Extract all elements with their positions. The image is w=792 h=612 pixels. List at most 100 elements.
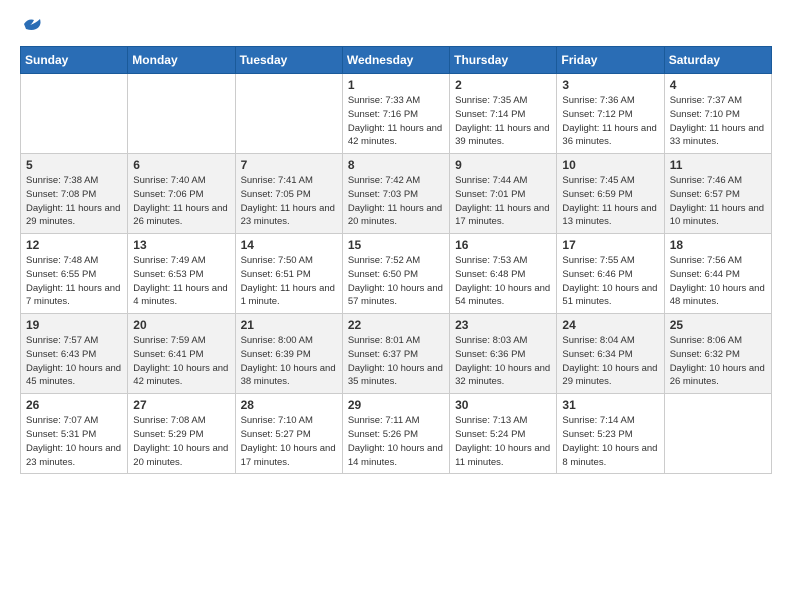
day-header-tuesday: Tuesday: [235, 47, 342, 74]
calendar-table: SundayMondayTuesdayWednesdayThursdayFrid…: [20, 46, 772, 474]
day-info: Sunrise: 7:49 AM Sunset: 6:53 PM Dayligh…: [133, 254, 229, 309]
calendar-cell: 7 Sunrise: 7:41 AM Sunset: 7:05 PM Daylig…: [235, 154, 342, 234]
day-info: Sunrise: 8:03 AM Sunset: 6:36 PM Dayligh…: [455, 334, 551, 389]
calendar-cell: 17 Sunrise: 7:55 AM Sunset: 6:46 PM Dayli…: [557, 234, 664, 314]
week-row-3: 12 Sunrise: 7:48 AM Sunset: 6:55 PM Dayli…: [21, 234, 772, 314]
day-number: 12: [26, 238, 122, 252]
week-row-2: 5 Sunrise: 7:38 AM Sunset: 7:08 PM Daylig…: [21, 154, 772, 234]
day-number: 6: [133, 158, 229, 172]
day-number: 9: [455, 158, 551, 172]
calendar-cell: 21 Sunrise: 8:00 AM Sunset: 6:39 PM Dayli…: [235, 314, 342, 394]
day-number: 23: [455, 318, 551, 332]
day-number: 1: [348, 78, 444, 92]
calendar-cell: 12 Sunrise: 7:48 AM Sunset: 6:55 PM Dayli…: [21, 234, 128, 314]
calendar-cell: 8 Sunrise: 7:42 AM Sunset: 7:03 PM Daylig…: [342, 154, 449, 234]
day-number: 20: [133, 318, 229, 332]
day-info: Sunrise: 7:59 AM Sunset: 6:41 PM Dayligh…: [133, 334, 229, 389]
calendar-cell: [664, 394, 771, 474]
day-number: 2: [455, 78, 551, 92]
day-number: 28: [241, 398, 337, 412]
day-info: Sunrise: 7:46 AM Sunset: 6:57 PM Dayligh…: [670, 174, 766, 229]
calendar-cell: 4 Sunrise: 7:37 AM Sunset: 7:10 PM Daylig…: [664, 74, 771, 154]
calendar-cell: 1 Sunrise: 7:33 AM Sunset: 7:16 PM Daylig…: [342, 74, 449, 154]
calendar-cell: 15 Sunrise: 7:52 AM Sunset: 6:50 PM Dayli…: [342, 234, 449, 314]
calendar-cell: 31 Sunrise: 7:14 AM Sunset: 5:23 PM Dayli…: [557, 394, 664, 474]
calendar-cell: 14 Sunrise: 7:50 AM Sunset: 6:51 PM Dayli…: [235, 234, 342, 314]
logo: [20, 20, 44, 30]
calendar-cell: 13 Sunrise: 7:49 AM Sunset: 6:53 PM Dayli…: [128, 234, 235, 314]
day-info: Sunrise: 7:13 AM Sunset: 5:24 PM Dayligh…: [455, 414, 551, 469]
calendar-cell: 25 Sunrise: 8:06 AM Sunset: 6:32 PM Dayli…: [664, 314, 771, 394]
day-info: Sunrise: 7:14 AM Sunset: 5:23 PM Dayligh…: [562, 414, 658, 469]
day-info: Sunrise: 8:00 AM Sunset: 6:39 PM Dayligh…: [241, 334, 337, 389]
day-info: Sunrise: 7:37 AM Sunset: 7:10 PM Dayligh…: [670, 94, 766, 149]
day-number: 13: [133, 238, 229, 252]
day-info: Sunrise: 7:42 AM Sunset: 7:03 PM Dayligh…: [348, 174, 444, 229]
day-info: Sunrise: 7:35 AM Sunset: 7:14 PM Dayligh…: [455, 94, 551, 149]
day-number: 27: [133, 398, 229, 412]
week-row-4: 19 Sunrise: 7:57 AM Sunset: 6:43 PM Dayli…: [21, 314, 772, 394]
calendar-cell: 26Sunrise: 7:07 AM Sunset: 5:31 PM Dayli…: [21, 394, 128, 474]
day-number: 25: [670, 318, 766, 332]
day-info: Sunrise: 8:06 AM Sunset: 6:32 PM Dayligh…: [670, 334, 766, 389]
day-info: Sunrise: 8:01 AM Sunset: 6:37 PM Dayligh…: [348, 334, 444, 389]
day-number: 8: [348, 158, 444, 172]
day-number: 30: [455, 398, 551, 412]
day-info: Sunrise: 7:40 AM Sunset: 7:06 PM Dayligh…: [133, 174, 229, 229]
day-number: 16: [455, 238, 551, 252]
calendar-cell: 29 Sunrise: 7:11 AM Sunset: 5:26 PM Dayli…: [342, 394, 449, 474]
day-info: Sunrise: 7:08 AM Sunset: 5:29 PM Dayligh…: [133, 414, 229, 469]
logo-bird-icon: [22, 16, 44, 34]
day-number: 24: [562, 318, 658, 332]
day-info: Sunrise: 7:53 AM Sunset: 6:48 PM Dayligh…: [455, 254, 551, 309]
day-info: Sunrise: 7:38 AM Sunset: 7:08 PM Dayligh…: [26, 174, 122, 229]
day-number: 7: [241, 158, 337, 172]
day-info: Sunrise: 7:41 AM Sunset: 7:05 PM Dayligh…: [241, 174, 337, 229]
day-number: 14: [241, 238, 337, 252]
day-number: 11: [670, 158, 766, 172]
day-info: Sunrise: 7:48 AM Sunset: 6:55 PM Dayligh…: [26, 254, 122, 309]
day-number: 29: [348, 398, 444, 412]
day-number: 15: [348, 238, 444, 252]
day-number: 22: [348, 318, 444, 332]
calendar-cell: 19 Sunrise: 7:57 AM Sunset: 6:43 PM Dayli…: [21, 314, 128, 394]
day-number: 19: [26, 318, 122, 332]
day-info: Sunrise: 7:10 AM Sunset: 5:27 PM Dayligh…: [241, 414, 337, 469]
day-number: 5: [26, 158, 122, 172]
day-header-wednesday: Wednesday: [342, 47, 449, 74]
week-row-5: 26Sunrise: 7:07 AM Sunset: 5:31 PM Dayli…: [21, 394, 772, 474]
day-header-friday: Friday: [557, 47, 664, 74]
day-info: Sunrise: 7:55 AM Sunset: 6:46 PM Dayligh…: [562, 254, 658, 309]
calendar-header-row: SundayMondayTuesdayWednesdayThursdayFrid…: [21, 47, 772, 74]
day-info: Sunrise: 7:50 AM Sunset: 6:51 PM Dayligh…: [241, 254, 337, 309]
calendar-cell: [128, 74, 235, 154]
calendar-cell: 20 Sunrise: 7:59 AM Sunset: 6:41 PM Dayli…: [128, 314, 235, 394]
day-number: 17: [562, 238, 658, 252]
calendar-cell: 5 Sunrise: 7:38 AM Sunset: 7:08 PM Daylig…: [21, 154, 128, 234]
day-info: Sunrise: 7:57 AM Sunset: 6:43 PM Dayligh…: [26, 334, 122, 389]
calendar-cell: 9 Sunrise: 7:44 AM Sunset: 7:01 PM Daylig…: [450, 154, 557, 234]
day-number: 4: [670, 78, 766, 92]
day-info: Sunrise: 7:36 AM Sunset: 7:12 PM Dayligh…: [562, 94, 658, 149]
day-info: Sunrise: 7:33 AM Sunset: 7:16 PM Dayligh…: [348, 94, 444, 149]
calendar-cell: 27 Sunrise: 7:08 AM Sunset: 5:29 PM Dayli…: [128, 394, 235, 474]
day-number: 18: [670, 238, 766, 252]
day-info: Sunrise: 7:45 AM Sunset: 6:59 PM Dayligh…: [562, 174, 658, 229]
calendar-cell: 24 Sunrise: 8:04 AM Sunset: 6:34 PM Dayli…: [557, 314, 664, 394]
day-info: Sunrise: 8:04 AM Sunset: 6:34 PM Dayligh…: [562, 334, 658, 389]
page-header: [20, 20, 772, 30]
calendar-cell: 11 Sunrise: 7:46 AM Sunset: 6:57 PM Dayli…: [664, 154, 771, 234]
day-info: Sunrise: 7:56 AM Sunset: 6:44 PM Dayligh…: [670, 254, 766, 309]
calendar-cell: 18 Sunrise: 7:56 AM Sunset: 6:44 PM Dayli…: [664, 234, 771, 314]
calendar-cell: 10Sunrise: 7:45 AM Sunset: 6:59 PM Dayli…: [557, 154, 664, 234]
day-number: 21: [241, 318, 337, 332]
calendar-cell: [235, 74, 342, 154]
day-info: Sunrise: 7:07 AM Sunset: 5:31 PM Dayligh…: [26, 414, 122, 469]
day-header-thursday: Thursday: [450, 47, 557, 74]
calendar-cell: 6 Sunrise: 7:40 AM Sunset: 7:06 PM Daylig…: [128, 154, 235, 234]
day-info: Sunrise: 7:52 AM Sunset: 6:50 PM Dayligh…: [348, 254, 444, 309]
day-info: Sunrise: 7:44 AM Sunset: 7:01 PM Dayligh…: [455, 174, 551, 229]
day-number: 3: [562, 78, 658, 92]
day-number: 31: [562, 398, 658, 412]
day-info: Sunrise: 7:11 AM Sunset: 5:26 PM Dayligh…: [348, 414, 444, 469]
